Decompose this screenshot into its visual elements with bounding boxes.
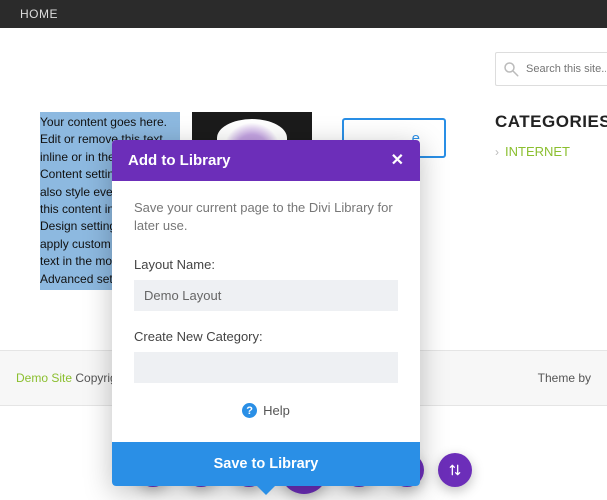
new-category-label: Create New Category: (134, 329, 398, 344)
sort-icon[interactable] (438, 453, 472, 487)
close-icon[interactable]: ✕ (391, 153, 404, 169)
search-input[interactable] (526, 63, 606, 75)
chevron-right-icon: › (495, 145, 499, 159)
category-link[interactable]: INTERNET (505, 144, 570, 159)
new-category-input[interactable] (134, 352, 398, 383)
search-icon (502, 60, 520, 78)
layout-name-input[interactable] (134, 280, 398, 311)
modal-header: Add to Library ✕ (112, 140, 420, 181)
modal-intro: Save your current page to the Divi Libra… (134, 199, 398, 235)
sidebar-heading: CATEGORIES (495, 112, 607, 132)
modal-footer: Save to Library (112, 442, 420, 486)
modal-body: Save your current page to the Divi Libra… (112, 181, 420, 432)
nav-home-link[interactable]: HOME (20, 7, 58, 21)
modal-title: Add to Library (128, 152, 231, 169)
footer-theme: Theme by (538, 371, 591, 385)
site-search (495, 52, 607, 86)
help-row[interactable]: ? Help (134, 403, 398, 418)
sidebar: CATEGORIES › INTERNET (495, 112, 607, 159)
footer-left: Demo Site Copyright (16, 371, 127, 385)
footer-site-link[interactable]: Demo Site (16, 371, 72, 385)
top-nav: HOME (0, 0, 607, 28)
sidebar-item-internet[interactable]: › INTERNET (495, 144, 607, 159)
save-to-library-button[interactable]: Save to Library (112, 442, 420, 486)
help-icon: ? (242, 403, 257, 418)
add-to-library-modal: Add to Library ✕ Save your current page … (112, 140, 420, 486)
help-label: Help (263, 403, 290, 418)
layout-name-label: Layout Name: (134, 257, 398, 272)
